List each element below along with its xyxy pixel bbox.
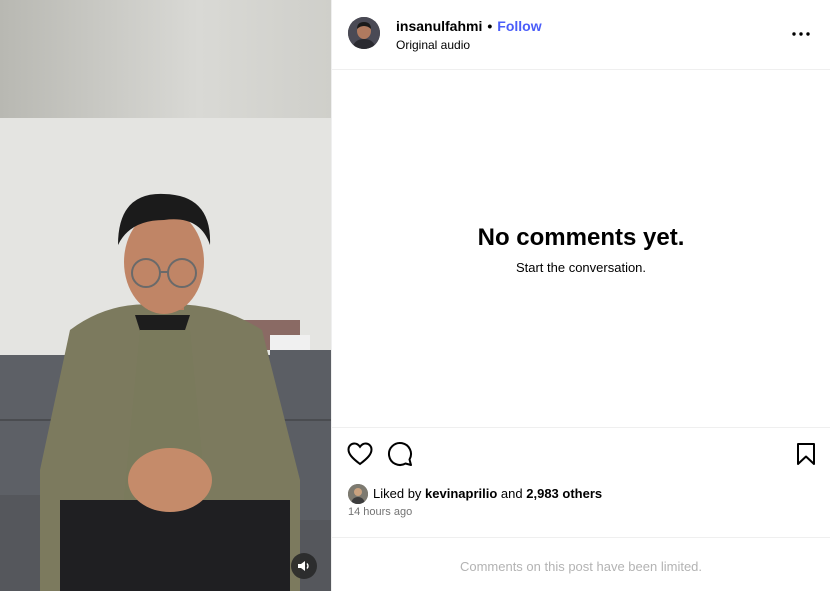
- likes-summary: Liked by kevinaprilio and 2,983 others: [348, 484, 602, 504]
- post-details-panel: insanulfahmi • Follow Original audio No co…: [331, 0, 830, 591]
- liked-by-prefix: Liked by: [373, 486, 422, 501]
- post-timestamp[interactable]: 14 hours ago: [348, 506, 412, 518]
- likes-connector: and: [500, 486, 523, 501]
- save-button[interactable]: [792, 440, 820, 468]
- user-line: insanulfahmi • Follow: [396, 17, 542, 35]
- follow-button[interactable]: Follow: [497, 18, 541, 34]
- comment-button[interactable]: [386, 440, 414, 468]
- original-audio-link[interactable]: Original audio: [396, 38, 470, 52]
- liker-avatar[interactable]: [348, 484, 368, 504]
- comments-footer: Comments on this post have been limited.: [332, 537, 830, 591]
- avatar[interactable]: [348, 17, 380, 49]
- empty-comments-title: No comments yet.: [477, 224, 685, 251]
- comments-limited-notice: Comments on this post have been limited.: [459, 559, 703, 574]
- bookmark-icon: [797, 443, 815, 465]
- audio-toggle-button[interactable]: [291, 553, 317, 579]
- more-options-button[interactable]: [790, 24, 812, 44]
- video-frame: [0, 0, 331, 591]
- post-viewer: insanulfahmi • Follow Original audio No co…: [0, 0, 830, 591]
- like-button[interactable]: [346, 440, 374, 468]
- empty-comments-subtitle: Start the conversation.: [515, 260, 647, 275]
- heart-icon: [347, 442, 373, 466]
- speaker-icon: [298, 561, 309, 571]
- likes-others-link[interactable]: 2,983 others: [526, 485, 602, 503]
- post-header: insanulfahmi • Follow Original audio: [332, 0, 830, 70]
- username-link[interactable]: insanulfahmi: [396, 18, 482, 34]
- post-actions: Liked by kevinaprilio and 2,983 others 1…: [332, 427, 830, 537]
- liker-username-link[interactable]: kevinaprilio: [425, 485, 497, 503]
- more-options-icon: [792, 32, 810, 36]
- separator-dot: •: [487, 18, 493, 34]
- comments-empty-state: No comments yet. Start the conversation.: [332, 70, 830, 427]
- video-player[interactable]: [0, 0, 331, 591]
- comment-bubble-icon: [388, 442, 412, 466]
